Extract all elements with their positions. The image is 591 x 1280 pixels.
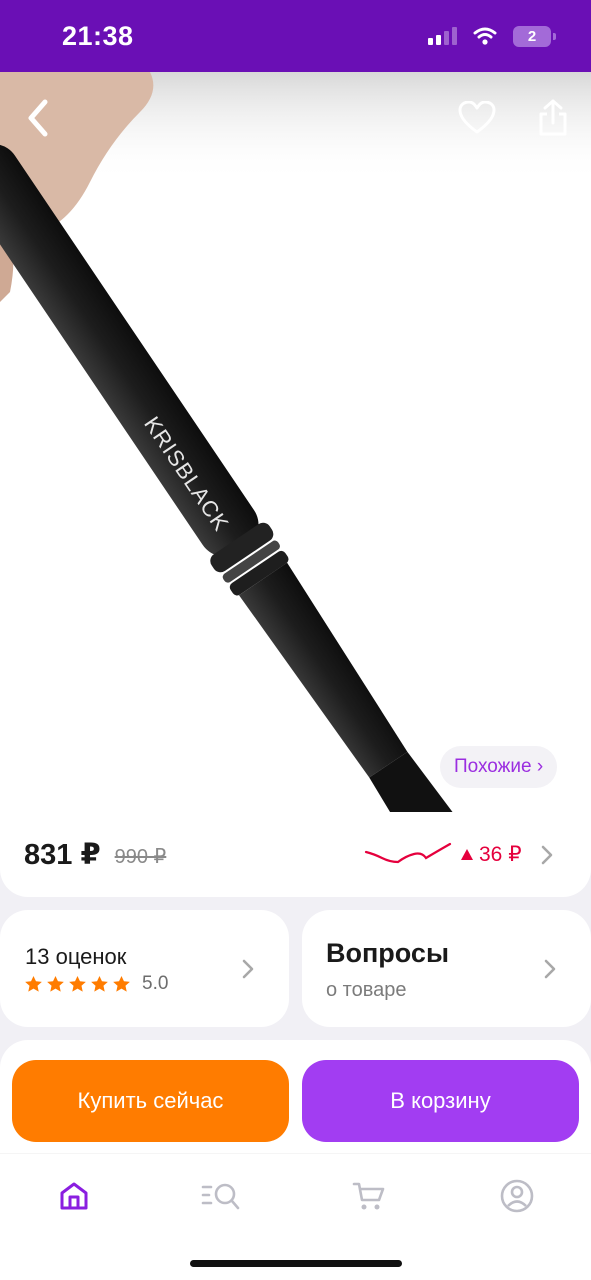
catalog-search-icon [201, 1183, 240, 1210]
buy-now-label: Купить сейчас [77, 1088, 224, 1113]
rating-stars: 5.0 [24, 973, 168, 995]
home-indicator [190, 1260, 402, 1267]
product-photo: KRISBLACK [0, 72, 591, 812]
reviews-count: 13 оценок [25, 944, 127, 969]
rating-value: 5.0 [142, 973, 169, 994]
chevron-right-icon [544, 959, 556, 979]
star-icon [91, 975, 108, 992]
cart-icon [352, 1182, 385, 1210]
questions-card[interactable]: Вопросы о товаре [302, 910, 591, 1027]
heart-icon [458, 101, 496, 134]
chevron-right-icon [541, 845, 553, 865]
status-icons: 2 [428, 25, 556, 47]
star-icon [113, 975, 130, 992]
wifi-icon [473, 27, 497, 45]
share-icon [539, 99, 567, 136]
current-price: 831 ₽ [24, 839, 101, 871]
star-icon [69, 975, 86, 992]
triangle-up-icon [461, 849, 473, 860]
chevron-left-icon [28, 99, 48, 137]
tab-home[interactable] [50, 1174, 98, 1218]
tab-cart[interactable] [345, 1174, 393, 1218]
star-icon [47, 975, 64, 992]
battery-level: 2 [527, 27, 537, 45]
price-history-graph-icon [364, 842, 452, 864]
reviews-card[interactable]: 13 оценок 5.0 [0, 910, 289, 1027]
questions-title: Вопросы [326, 938, 450, 968]
similar-label: Похожие › [454, 756, 544, 777]
questions-subtitle: о товаре [326, 979, 407, 1001]
add-to-cart-label: В корзину [390, 1088, 491, 1113]
back-button[interactable] [14, 94, 62, 142]
chevron-right-icon [242, 959, 254, 979]
tab-catalog[interactable] [197, 1174, 245, 1218]
old-price: 990 ₽ [114, 846, 167, 868]
price-card[interactable]: 831 ₽ 990 ₽ 36 ₽ [0, 812, 591, 897]
status-bar: 21:38 2 [0, 0, 591, 72]
share-button[interactable] [529, 94, 577, 142]
favorite-button[interactable] [453, 94, 501, 142]
product-image-area[interactable]: KRISBLACK Похожие › [0, 72, 591, 812]
add-to-cart-button[interactable]: В корзину [302, 1060, 579, 1142]
buy-now-button[interactable]: Купить сейчас [12, 1060, 289, 1142]
star-icon [25, 975, 42, 992]
battery-icon: 2 [513, 25, 556, 47]
price-change: 36 ₽ [460, 842, 522, 867]
similar-products-button[interactable]: Похожие › [440, 746, 558, 788]
profile-icon [500, 1179, 534, 1213]
status-time: 21:38 [62, 20, 134, 51]
cellular-signal-icon [428, 27, 457, 45]
tab-profile[interactable] [493, 1174, 541, 1218]
price-change-value: 36 ₽ [479, 843, 522, 866]
home-icon [60, 1182, 88, 1210]
